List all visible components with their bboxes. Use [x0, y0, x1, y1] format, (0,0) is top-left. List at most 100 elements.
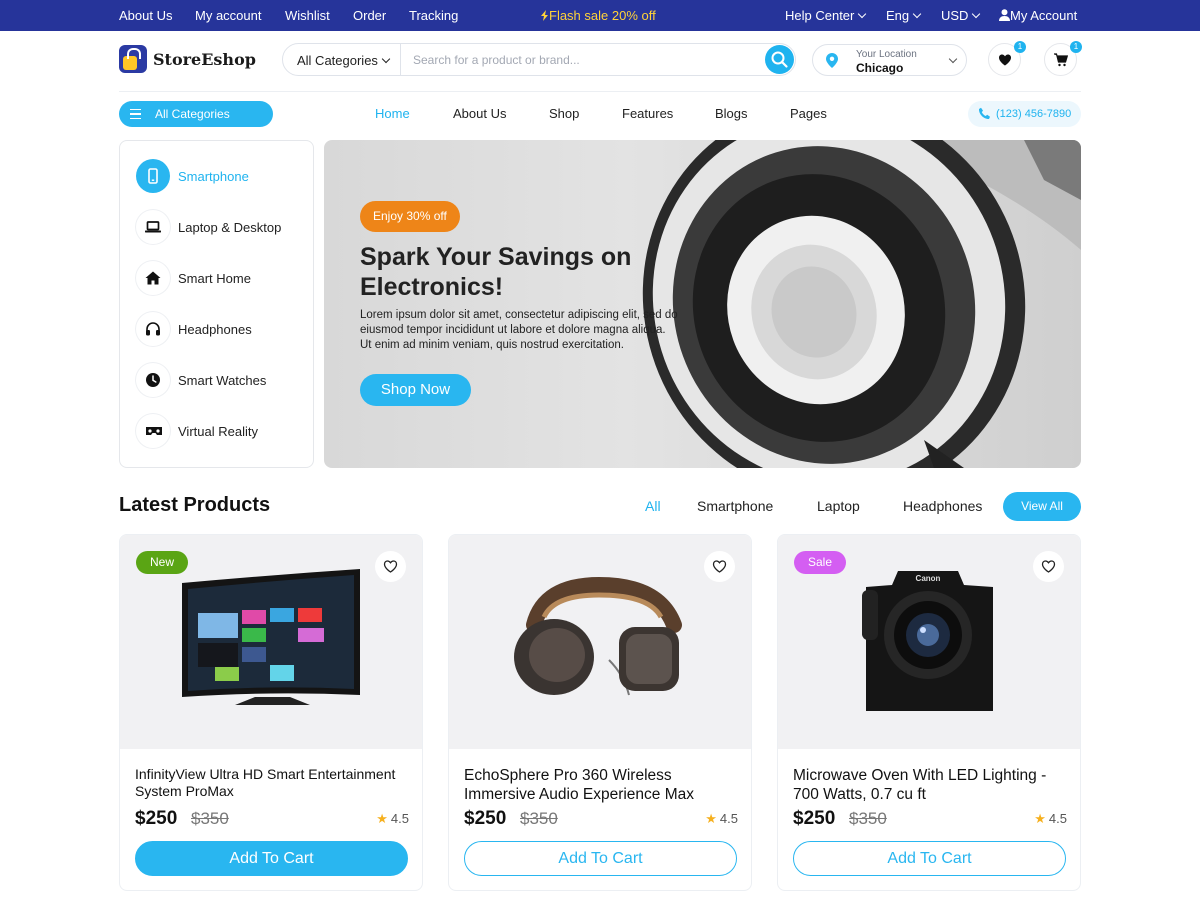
product-price: $250	[135, 808, 178, 829]
wishlist-button[interactable]: 1	[988, 41, 1026, 76]
location-selector[interactable]: Your Location Chicago	[812, 44, 967, 76]
category-label: Smartphone	[178, 169, 249, 184]
filter-tab-smartphone[interactable]: Smartphone	[697, 498, 773, 514]
language-dropdown[interactable]: Eng	[886, 8, 922, 23]
shopping-bag-logo-icon	[119, 45, 147, 73]
nav-shop[interactable]: Shop	[549, 106, 579, 121]
search-bar: All Categories	[282, 43, 796, 76]
add-to-cart-button[interactable]: Add To Cart	[464, 841, 737, 876]
star-icon: ★	[705, 811, 717, 826]
product-old-price: $350	[191, 809, 229, 828]
cart-icon	[1054, 53, 1068, 67]
lightning-icon	[541, 10, 548, 21]
rating-value: 4.5	[719, 811, 738, 826]
search-input[interactable]	[413, 51, 753, 69]
add-to-cart-button[interactable]: Add To Cart	[793, 841, 1066, 876]
product-rating: ★ 4.5	[1034, 811, 1067, 827]
cart-button[interactable]: 1	[1044, 41, 1082, 76]
filter-tab-all[interactable]: All	[645, 498, 661, 514]
filter-tab-headphones[interactable]: Headphones	[903, 498, 982, 514]
headphones-icon	[136, 312, 170, 346]
category-select[interactable]: All Categories	[297, 53, 391, 68]
category-label: Smart Watches	[178, 373, 267, 388]
my-account-label: My Account	[1010, 8, 1078, 23]
heart-icon	[999, 54, 1011, 66]
product-name[interactable]: Microwave Oven With LED Lighting - 700 W…	[793, 766, 1073, 804]
topbar-link-tracking[interactable]: Tracking	[409, 8, 458, 23]
nav-blogs[interactable]: Blogs	[715, 106, 748, 121]
logo-text: StoreEshop	[153, 49, 256, 69]
category-item-virtual-reality[interactable]: Virtual Reality	[136, 414, 306, 450]
product-name[interactable]: EchoSphere Pro 360 Wireless Immersive Au…	[464, 766, 744, 804]
wishlist-toggle[interactable]	[1033, 551, 1064, 582]
hero-banner: Enjoy 30% off Spark Your Savings on Elec…	[324, 140, 1081, 468]
map-pin-icon	[826, 53, 838, 68]
chevron-down-icon	[972, 9, 981, 19]
category-item-headphones[interactable]: Headphones	[136, 312, 306, 348]
star-icon: ★	[376, 811, 388, 826]
search-button[interactable]	[765, 45, 794, 74]
filter-tab-laptop[interactable]: Laptop	[817, 498, 860, 514]
nav-about-us[interactable]: About Us	[453, 106, 506, 121]
topbar-link-account[interactable]: My account	[195, 8, 261, 23]
menu-icon	[130, 109, 141, 119]
store-logo[interactable]: StoreEshop	[119, 44, 256, 74]
smartphone-icon	[136, 159, 170, 193]
latest-products-title: Latest Products	[119, 494, 271, 516]
topbar-link-wishlist[interactable]: Wishlist	[285, 8, 330, 23]
nav-home[interactable]: Home	[375, 106, 410, 121]
home-icon	[136, 261, 170, 295]
vr-headset-icon	[136, 414, 170, 448]
headphones-hero-image	[642, 140, 1081, 468]
my-account-link[interactable]: My Account	[999, 8, 1077, 23]
rating-value: 4.5	[390, 811, 409, 826]
top-bar: About Us My account Wishlist Order Track…	[0, 0, 1200, 31]
hero-discount-badge: Enjoy 30% off	[360, 201, 460, 232]
svg-text:Canon: Canon	[916, 574, 941, 583]
location-label: Your Location	[856, 49, 917, 60]
nav-features[interactable]: Features	[622, 106, 673, 121]
phone-contact[interactable]: (123) 456-7890	[968, 101, 1081, 127]
product-tag-new: New	[136, 551, 189, 574]
shop-now-button[interactable]: Shop Now	[360, 374, 471, 406]
product-rating: ★ 4.5	[705, 811, 738, 827]
category-label: Virtual Reality	[178, 424, 258, 439]
all-categories-button[interactable]: All Categories	[119, 101, 273, 127]
help-center-dropdown[interactable]: Help Center	[785, 8, 867, 23]
nav-pages[interactable]: Pages	[790, 106, 827, 121]
currency-dropdown[interactable]: USD	[941, 8, 981, 23]
chevron-down-icon	[912, 9, 922, 19]
product-tag-sale: Sale	[794, 551, 847, 574]
add-to-cart-button[interactable]: Add To Cart	[135, 841, 408, 876]
hero-description: Lorem ipsum dolor sit amet, consectetur …	[360, 309, 678, 351]
category-label: Headphones	[178, 322, 252, 337]
wishlist-toggle[interactable]	[704, 551, 735, 582]
category-select-label: All Categories	[297, 53, 378, 68]
product-card[interactable]: Canon Sale Microwave Oven With LED Light…	[777, 534, 1081, 891]
category-item-smartphone[interactable]: Smartphone	[136, 159, 306, 195]
view-all-button[interactable]: View All	[1003, 492, 1081, 521]
all-categories-label: All Categories	[155, 107, 230, 121]
heart-outline-icon	[1041, 560, 1056, 573]
heart-outline-icon	[383, 560, 398, 573]
product-old-price: $350	[520, 809, 558, 828]
flash-sale-text: Flash sale 20% off	[549, 8, 656, 23]
chevron-down-icon	[858, 9, 867, 19]
rating-value: 4.5	[1048, 811, 1067, 826]
product-rating: ★ 4.5	[376, 811, 409, 827]
heart-outline-icon	[712, 560, 727, 573]
flash-sale-banner[interactable]: Flash sale 20% off	[541, 8, 656, 23]
category-item-smart-home[interactable]: Smart Home	[136, 261, 306, 297]
wishlist-toggle[interactable]	[375, 551, 406, 582]
product-card[interactable]: New InfinityView Ultra HD Smart Entertai…	[119, 534, 423, 891]
product-card[interactable]: EchoSphere Pro 360 Wireless Immersive Au…	[448, 534, 752, 891]
topbar-link-about[interactable]: About Us	[119, 8, 172, 23]
topbar-link-order[interactable]: Order	[353, 8, 386, 23]
product-name[interactable]: InfinityView Ultra HD Smart Entertainmen…	[135, 766, 415, 800]
wishlist-count-badge: 1	[1014, 41, 1026, 53]
category-sidebar: Smartphone Laptop & Desktop Smart Home H…	[119, 140, 314, 468]
category-item-laptop[interactable]: Laptop & Desktop	[136, 210, 306, 246]
category-item-smart-watches[interactable]: Smart Watches	[136, 363, 306, 399]
language-label: Eng	[886, 8, 910, 23]
chevron-down-icon	[381, 54, 391, 64]
